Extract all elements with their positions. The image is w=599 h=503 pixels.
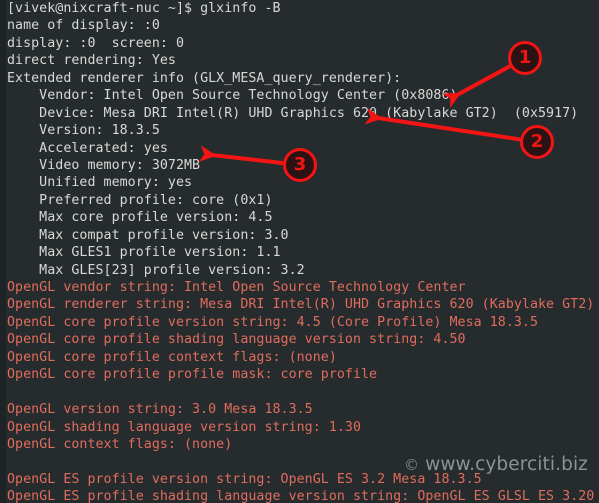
terminal-line: name of display: :0 — [7, 18, 160, 34]
terminal-line: OpenGL shading language version string: … — [7, 419, 361, 435]
terminal-line: Preferred profile: core (0x1) — [7, 192, 273, 208]
terminal-line: Accelerated: yes — [7, 140, 168, 156]
terminal-line: Extended renderer info (GLX_MESA_query_r… — [7, 70, 402, 86]
terminal-line: OpenGL vendor string: Intel Open Source … — [7, 280, 466, 295]
terminal-line: OpenGL renderer string: Mesa DRI Intel(R… — [7, 297, 595, 313]
terminal-line: direct rendering: Yes — [7, 53, 176, 69]
terminal-line: OpenGL context flags: (none) — [7, 436, 233, 452]
terminal-line: Unified memory: yes — [7, 175, 193, 191]
terminal-line: Max GLES1 profile version: 1.1 — [7, 245, 281, 261]
terminal-line: display: :0 screen: 0 — [7, 35, 184, 51]
terminal-left-gutter — [0, 0, 6, 503]
terminal-line: OpenGL core profile context flags: (none… — [7, 349, 337, 365]
terminal-line: OpenGL ES profile shading language versi… — [7, 489, 595, 503]
terminal-line: OpenGL core profile profile mask: core p… — [7, 367, 378, 383]
copyright-icon: © — [404, 456, 420, 474]
terminal-line: OpenGL version string: 3.0 Mesa 18.3.5 — [7, 402, 313, 418]
watermark-url: www.cyberciti.biz — [425, 454, 588, 475]
site-watermark: © www.cyberciti.biz — [404, 454, 588, 475]
terminal-line: [vivek@nixcraft-nuc ~]$ glxinfo -B — [7, 1, 281, 16]
terminal-line: Version: 18.3.5 — [7, 123, 160, 139]
terminal-line: Vendor: Intel Open Source Technology Cen… — [7, 88, 458, 104]
terminal-line: Max compat profile version: 3.0 — [7, 227, 289, 243]
terminal-line: Max GLES[23] profile version: 3.2 — [7, 262, 305, 278]
terminal-window[interactable]: [vivek@nixcraft-nuc ~]$ glxinfo -B name o… — [0, 0, 599, 503]
terminal-line: OpenGL core profile shading language ver… — [7, 332, 466, 348]
terminal-line: Max core profile version: 4.5 — [7, 210, 273, 226]
terminal-line: OpenGL core profile version string: 4.5 … — [7, 314, 538, 330]
terminal-line: Video memory: 3072MB — [7, 157, 201, 173]
terminal-line: Device: Mesa DRI Intel(R) UHD Graphics 6… — [7, 105, 579, 121]
terminal-output: [vivek@nixcraft-nuc ~]$ glxinfo -B name o… — [7, 0, 599, 503]
